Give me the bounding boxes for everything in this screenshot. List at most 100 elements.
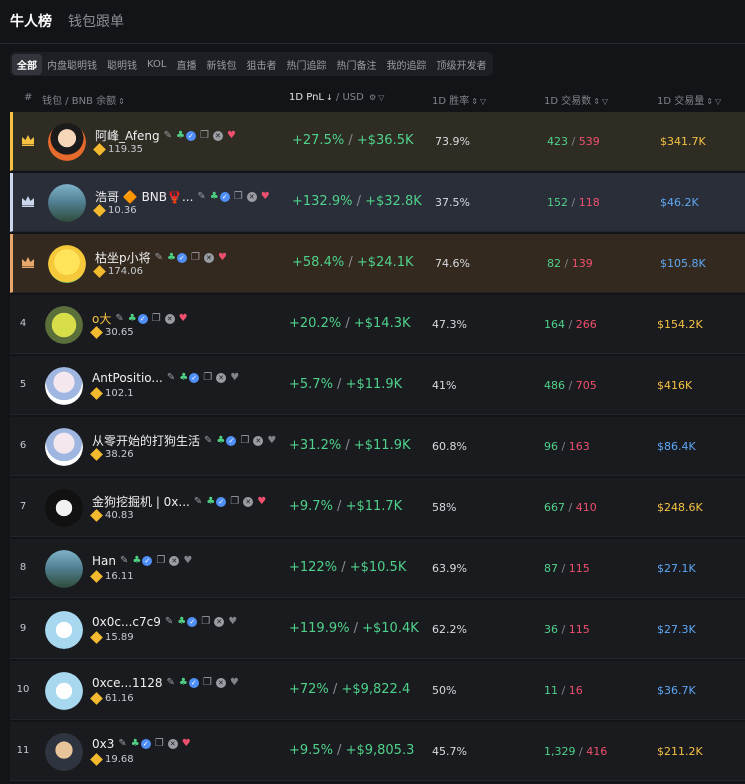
x-social-icon[interactable]: ✕ [167,739,178,749]
edit-icon[interactable]: ✎ [167,678,175,688]
sort-icon[interactable]: ⇕ [471,97,478,106]
filter-all[interactable]: 全部 [12,53,42,75]
filter-top-developer[interactable]: 顶级开发者 [431,54,491,75]
tab-wallet-copy[interactable]: 钱包跟单 [68,11,124,31]
x-social-icon[interactable]: ✕ [246,191,257,202]
column-wallet[interactable]: 钱包 / BNB 余额 ⇕ [42,92,125,107]
copy-icon[interactable]: ❐ [203,373,212,383]
table-row[interactable]: 4 o大 ✎ ♣ ✓ ❐ ✕ ♥ 30.65 +20.2% / +$14.3K … [10,295,745,354]
pixel-avatar[interactable] [45,672,83,710]
wallet-name[interactable]: 枯坐p小将 [95,249,151,266]
wallet-name[interactable]: 0x0c...c7c9 [92,615,161,629]
settings-icon[interactable]: ⚙ [369,93,376,102]
sponge-avatar[interactable] [45,306,83,344]
edit-icon[interactable]: ✎ [204,435,212,446]
table-row[interactable]: 10 0xce...1128 ✎ ♣ ✓ ❐ ✕ ♥ 61.16 +72% / … [10,661,745,720]
edit-icon[interactable]: ✎ [115,313,123,324]
edit-icon[interactable]: ✎ [164,130,172,141]
heart-icon[interactable]: ♥ [261,191,270,202]
wallet-name[interactable]: 浩哥 🔶 BNB🦞... [95,188,193,205]
filter-kol[interactable]: KOL [142,56,171,73]
anime-boy-avatar[interactable] [48,123,86,161]
column-volume[interactable]: 1D 交易量 ⇕ ▽ [657,92,721,107]
wallet-name[interactable]: 0x3 [92,737,114,751]
wallet-name[interactable]: Han [92,554,116,568]
filter-hot-tracking[interactable]: 热门追踪 [281,54,331,75]
filter-sniper[interactable]: 狙击者 [241,54,281,75]
x-social-icon[interactable]: ✕ [253,435,264,446]
filter-icon[interactable]: ▽ [378,93,384,102]
table-row[interactable]: 枯坐p小将 ✎ ♣ ✓ ❐ ✕ ♥ 174.06 +58.4% / +$24.1… [10,234,745,293]
heart-icon[interactable]: ♥ [230,678,239,688]
copy-icon[interactable]: ❐ [240,435,249,446]
copy-icon[interactable]: ❐ [200,130,209,141]
filter-icon[interactable]: ▽ [602,97,608,106]
edit-icon[interactable]: ✎ [194,496,202,507]
cartoon-avatar[interactable] [45,733,83,771]
manga-boy-avatar[interactable] [45,489,83,527]
table-row[interactable]: 9 0x0c...c7c9 ✎ ♣ ✓ ❐ ✕ ♥ 15.89 +119.9% … [10,600,745,659]
heart-icon[interactable]: ♥ [182,739,191,749]
x-social-icon[interactable]: ✕ [215,678,226,688]
edit-icon[interactable]: ✎ [155,252,163,263]
wallet-name[interactable]: 金狗挖掘机 | 0x... [92,493,190,510]
heart-icon[interactable]: ♥ [179,313,188,324]
table-row[interactable]: 5 AntPositio... ✎ ♣ ✓ ❐ ✕ ♥ 102.1 +5.7% … [10,356,745,415]
wallet-name[interactable]: 0xce...1128 [92,676,163,690]
table-row[interactable]: 7 金狗挖掘机 | 0x... ✎ ♣ ✓ ❐ ✕ ♥ 40.83 +9.7% … [10,478,745,537]
wallet-name[interactable]: 阿峰_Afeng [95,127,160,144]
x-social-icon[interactable]: ✕ [216,373,227,383]
edit-icon[interactable]: ✎ [197,191,205,202]
filter-icon[interactable]: ▽ [715,97,721,106]
table-row[interactable]: 8 Han ✎ ♣ ✓ ❐ ✕ ♥ 16.11 +122% / +$10.5K … [10,539,745,598]
heart-icon[interactable]: ♥ [267,435,276,446]
table-row[interactable]: 阿峰_Afeng ✎ ♣ ✓ ❐ ✕ ♥ 119.35 +27.5% / +$3… [10,112,745,171]
heart-icon[interactable]: ♥ [257,496,266,507]
wallet-name[interactable]: 从零开始的打狗生活 [92,432,200,449]
filter-hot-notes[interactable]: 热门备注 [331,54,381,75]
yellow-character-avatar[interactable] [48,245,86,283]
column-txs[interactable]: 1D 交易数 ⇕ ▽ [544,92,608,107]
filter-new-wallet[interactable]: 新钱包 [201,54,241,75]
sort-icon[interactable]: ⇕ [706,97,713,106]
edit-icon[interactable]: ✎ [120,556,128,566]
anime-girl-avatar[interactable] [45,367,83,405]
x-social-icon[interactable]: ✕ [164,313,175,324]
copy-icon[interactable]: ❐ [156,556,165,566]
x-social-icon[interactable]: ✕ [243,496,254,507]
copy-icon[interactable]: ❐ [203,678,212,688]
wallet-name[interactable]: o大 [92,310,111,327]
copy-icon[interactable]: ❐ [152,313,161,324]
tab-leaderboard[interactable]: 牛人榜 [10,11,52,31]
table-row[interactable]: 11 0x3 ✎ ♣ ✓ ❐ ✕ ♥ 19.68 +9.5% / +$9,805… [10,722,745,781]
x-social-icon[interactable]: ✕ [214,617,225,627]
copy-icon[interactable]: ❐ [191,252,200,263]
filter-icon[interactable]: ▽ [480,97,486,106]
wallet-name[interactable]: AntPositio... [92,371,163,385]
edit-icon[interactable]: ✎ [167,373,175,383]
column-winrate[interactable]: 1D 胜率 ⇕ ▽ [432,92,486,107]
heart-icon[interactable]: ♥ [227,130,236,141]
landscape-avatar[interactable] [48,184,86,222]
edit-icon[interactable]: ✎ [165,617,173,627]
x-social-icon[interactable]: ✕ [212,130,223,141]
column-pnl[interactable]: 1D PnL ↓ / USD ⚙ ▽ [289,92,384,103]
filter-my-tracking[interactable]: 我的追踪 [381,54,431,75]
copy-icon[interactable]: ❐ [230,496,239,507]
heart-icon[interactable]: ♥ [230,373,239,383]
heart-icon[interactable]: ♥ [218,252,227,263]
table-row[interactable]: 6 从零开始的打狗生活 ✎ ♣ ✓ ❐ ✕ ♥ 38.26 +31.2% / +… [10,417,745,476]
sort-icon[interactable]: ⇕ [118,97,125,106]
filter-live[interactable]: 直播 [171,54,201,75]
landscape-avatar[interactable] [45,550,83,588]
x-social-icon[interactable]: ✕ [203,252,214,263]
heart-icon[interactable]: ♥ [228,617,237,627]
heart-icon[interactable]: ♥ [183,556,192,566]
filter-inner-smart-money[interactable]: 内盘聪明钱 [42,54,102,75]
sort-icon[interactable]: ⇕ [593,97,600,106]
edit-icon[interactable]: ✎ [118,739,126,749]
pixel-avatar[interactable] [45,611,83,649]
sort-desc-icon[interactable]: ↓ [326,93,333,102]
copy-icon[interactable]: ❐ [155,739,164,749]
copy-icon[interactable]: ❐ [201,617,210,627]
